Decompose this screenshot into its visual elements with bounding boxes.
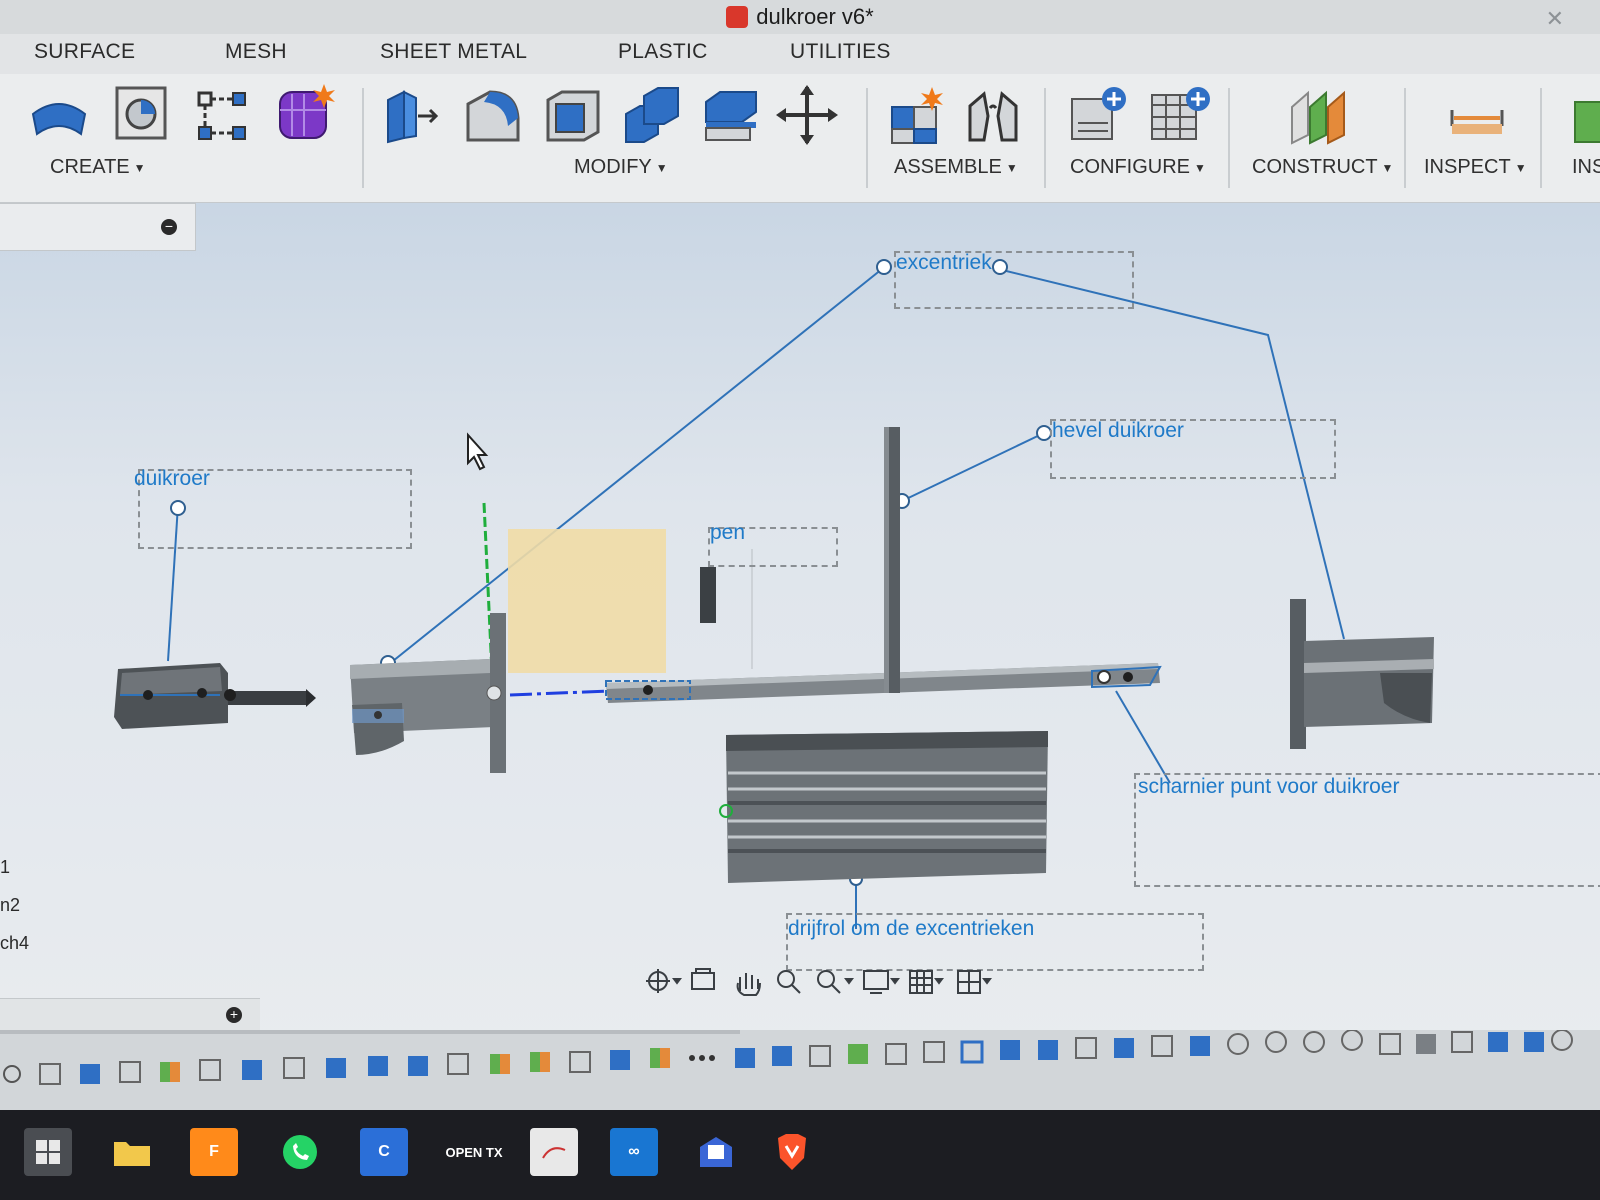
leader-hevel: [901, 432, 1045, 502]
duikroer-part: [114, 663, 316, 729]
toolbar-separator: [1228, 88, 1230, 188]
side-label[interactable]: n2: [0, 895, 20, 916]
configure-model-icon[interactable]: [1068, 84, 1130, 146]
tab-plastic[interactable]: PLASTIC: [618, 40, 708, 64]
toolbar-separator: [1044, 88, 1046, 188]
pattern-icon[interactable]: [192, 84, 254, 146]
tab-bar: SURFACE MESH SHEET METAL PLASTIC UTILITI…: [0, 34, 1600, 74]
create-form-icon[interactable]: [274, 80, 336, 142]
toolbar-separator: [866, 88, 868, 188]
tab-mesh[interactable]: MESH: [225, 40, 287, 64]
new-component-icon[interactable]: [886, 84, 948, 146]
opentx-icon[interactable]: OPEN TX: [444, 1128, 504, 1176]
configure-menu[interactable]: CONFIGURE ▼: [1070, 156, 1206, 179]
extrude-surface-icon[interactable]: [28, 84, 90, 146]
navigation-bar: [646, 968, 992, 996]
inspect-menu[interactable]: INSPECT ▼: [1424, 156, 1527, 179]
fusion-icon[interactable]: F: [190, 1128, 238, 1176]
joint-icon[interactable]: [962, 84, 1024, 146]
side-label[interactable]: 1: [0, 857, 10, 878]
axis-line: [509, 689, 611, 697]
mail-icon[interactable]: [692, 1128, 740, 1176]
file-explorer-icon[interactable]: [108, 1128, 156, 1176]
construction-plane: [508, 529, 666, 673]
main-shaft: [605, 663, 1162, 703]
leader-scharnier: [1115, 690, 1171, 784]
drijfrol-part: [719, 731, 1048, 883]
annotation-scharnier[interactable]: scharnier punt voor duikroer: [1138, 775, 1399, 799]
brave-browser-icon[interactable]: [768, 1128, 816, 1176]
shell-icon[interactable]: [542, 84, 604, 146]
annotation-hevel[interactable]: hevel duikroer: [1052, 419, 1184, 443]
tab-surface[interactable]: SURFACE: [34, 40, 135, 64]
orbit-icon: [646, 969, 670, 993]
configuration-table-icon[interactable]: [1148, 84, 1210, 146]
insert-menu[interactable]: INS: [1572, 156, 1600, 179]
timeline: [0, 1029, 1600, 1110]
toolbar-separator: [362, 88, 364, 188]
zoom-icon: [777, 970, 801, 994]
annotation-duikroer[interactable]: duikroer: [134, 467, 210, 491]
c-app-icon[interactable]: C: [360, 1128, 408, 1176]
infinity-app-icon[interactable]: ∞: [610, 1128, 658, 1176]
toolbar-separator: [1404, 88, 1406, 188]
add-comment-icon[interactable]: +: [226, 1007, 242, 1023]
comments-panel: +: [0, 998, 260, 1031]
annotation-excentriek[interactable]: excentriek: [896, 251, 992, 275]
construct-menu[interactable]: CONSTRUCT ▼: [1252, 156, 1393, 179]
assemble-menu[interactable]: ASSEMBLE ▼: [894, 156, 1018, 179]
annotation-pen[interactable]: pen: [710, 521, 745, 545]
pen-part: [700, 567, 716, 623]
grid-settings-icon: [909, 970, 933, 994]
offset-plane-icon[interactable]: [1288, 84, 1350, 146]
display-settings-icon: [863, 970, 889, 994]
timeline-features[interactable]: [0, 1029, 1600, 1110]
pan-icon: [736, 973, 761, 996]
close-icon[interactable]: ✕: [1546, 6, 1564, 32]
look-at-icon: [691, 968, 715, 990]
document-app-icon[interactable]: [530, 1128, 578, 1176]
timeline-start-icon: [3, 1065, 21, 1083]
mouse-cursor: [467, 432, 489, 471]
measure-icon[interactable]: [1446, 88, 1508, 150]
window-title: dulkroer v6*: [756, 4, 874, 29]
revolve-icon[interactable]: [110, 82, 172, 144]
side-label[interactable]: ch4: [0, 933, 29, 954]
modify-menu[interactable]: MODIFY ▼: [574, 156, 668, 179]
timeline-feature-icons: [39, 1029, 1573, 1085]
tab-utilities[interactable]: UTILITIES: [790, 40, 891, 64]
press-pull-icon[interactable]: [380, 84, 442, 146]
whatsapp-icon[interactable]: [276, 1128, 324, 1176]
toolbar: CREATE ▼ MODIFY ▼ ASSEMBLE ▼ CONFIGURE ▼ CO: [0, 74, 1600, 203]
title-bar: dulkroer v6* ✕: [0, 0, 1600, 34]
viewports-icon: [957, 970, 981, 994]
tab-sheet-metal[interactable]: SHEET METAL: [380, 40, 527, 64]
bracket-left: [350, 613, 506, 773]
bracket-right: [1290, 599, 1434, 749]
taskbar: F C OPEN TX ∞: [0, 1110, 1600, 1200]
app-icon: [726, 6, 749, 28]
annotation-drijfrol[interactable]: drijfrol om de excentrieken: [788, 917, 1034, 941]
start-menu-icon[interactable]: [24, 1128, 72, 1176]
fit-icon: [817, 970, 841, 994]
replace-face-icon[interactable]: [700, 84, 762, 146]
fillet-icon[interactable]: [462, 84, 524, 146]
insert-icon[interactable]: [1560, 88, 1600, 150]
toolbar-separator: [1540, 88, 1542, 188]
create-menu[interactable]: CREATE ▼: [50, 156, 146, 179]
combine-icon[interactable]: [620, 84, 682, 146]
design-viewport[interactable]: − duikroer excentriek hevel duikroer pen…: [0, 203, 1600, 1073]
move-icon[interactable]: [776, 84, 838, 146]
